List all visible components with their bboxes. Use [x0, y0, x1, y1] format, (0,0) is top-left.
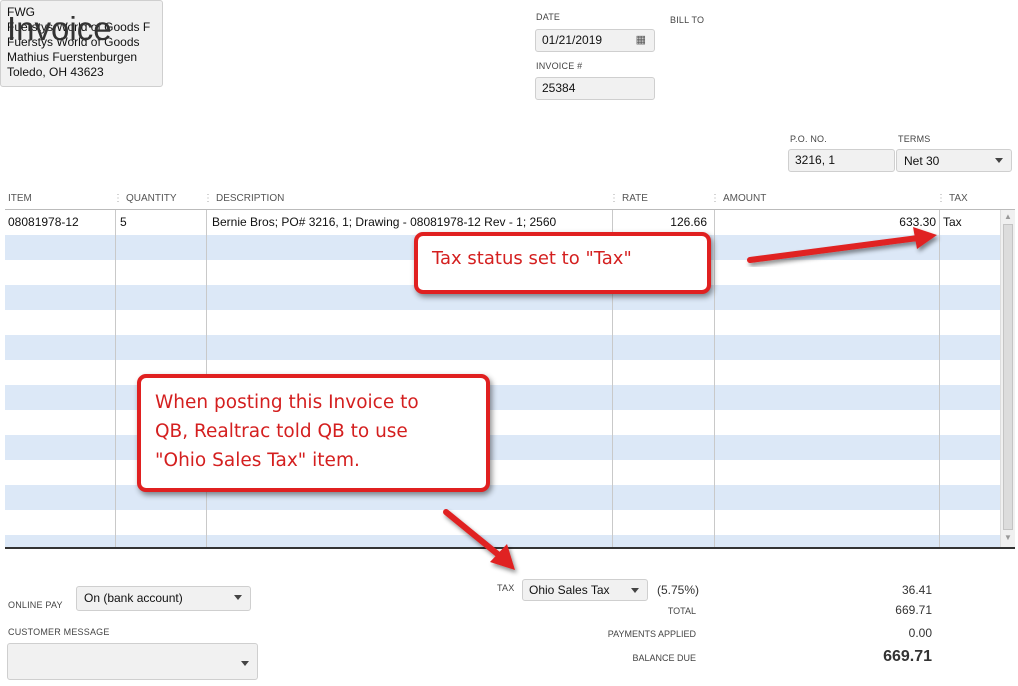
balance-due-label: BALANCE DUE	[632, 653, 696, 663]
online-pay-value: On (bank account)	[84, 591, 183, 605]
customer-message-select[interactable]	[7, 643, 258, 680]
chevron-down-icon	[241, 661, 249, 666]
arrow-icon	[747, 227, 937, 263]
chevron-down-icon	[234, 595, 242, 600]
callout-text: QB, Realtrac told QB to use	[155, 421, 408, 442]
balance-due-value: 669.71	[883, 648, 932, 665]
tax-rate: (5.75%)	[657, 583, 700, 597]
callout-text: When posting this Invoice to	[155, 392, 419, 413]
tax-item-value: Ohio Sales Tax	[529, 583, 610, 597]
arrow-icon	[443, 509, 515, 570]
chevron-down-icon	[631, 588, 639, 593]
payments-applied-value: 0.00	[908, 626, 932, 640]
posting-callout: When posting this Invoice to QB, Realtra…	[137, 374, 490, 492]
total-value: 669.71	[895, 603, 932, 617]
tax-amount: 36.41	[901, 583, 932, 597]
tax-item-select[interactable]: Ohio Sales Tax	[522, 579, 648, 601]
callout-text: Tax status set to "Tax"	[432, 248, 632, 269]
online-pay-select[interactable]: On (bank account)	[76, 586, 251, 611]
tax-status-callout: Tax status set to "Tax"	[414, 232, 711, 294]
total-label: TOTAL	[667, 606, 696, 616]
tax-label: TAX	[497, 583, 515, 593]
callout-text: "Ohio Sales Tax" item.	[155, 450, 360, 471]
online-pay-label: ONLINE PAY	[8, 600, 63, 610]
payments-applied-label: PAYMENTS APPLIED	[607, 629, 696, 639]
customer-message-label: CUSTOMER MESSAGE	[8, 627, 110, 637]
